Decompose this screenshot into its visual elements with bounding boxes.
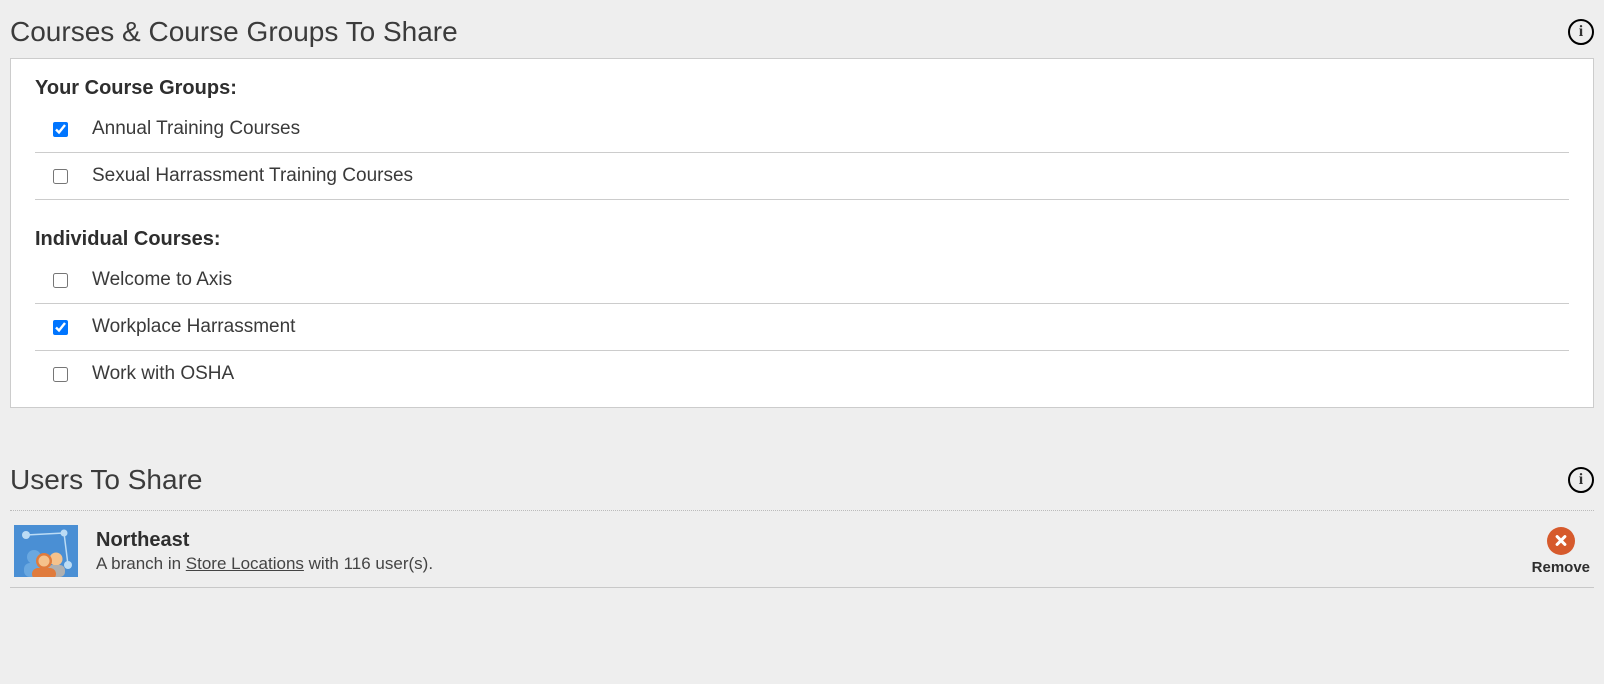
user-description: A branch in Store Locations with 116 use…	[96, 554, 1532, 574]
individual-course-label: Welcome to Axis	[92, 269, 232, 291]
course-group-row[interactable]: Annual Training Courses	[35, 106, 1569, 153]
users-section-header: Users To Share i	[10, 458, 1594, 506]
course-group-row[interactable]: Sexual Harrassment Training Courses	[35, 153, 1569, 200]
user-info: Northeast A branch in Store Locations wi…	[96, 529, 1532, 574]
individual-course-checkbox[interactable]	[53, 320, 68, 335]
close-icon	[1547, 527, 1575, 555]
courses-title: Courses & Course Groups To Share	[10, 16, 458, 48]
individual-course-label: Work with OSHA	[92, 363, 234, 385]
users-group-icon	[14, 525, 78, 577]
user-desc-link[interactable]: Store Locations	[186, 554, 304, 573]
course-group-label: Annual Training Courses	[92, 118, 300, 140]
user-name: Northeast	[96, 529, 1532, 552]
individual-course-row[interactable]: Welcome to Axis	[35, 257, 1569, 304]
course-group-checkbox[interactable]	[53, 122, 68, 137]
remove-button[interactable]: Remove	[1532, 527, 1590, 576]
user-desc-prefix: A branch in	[96, 554, 186, 573]
individual-courses-heading: Individual Courses:	[35, 228, 1569, 251]
individual-course-row[interactable]: Work with OSHA	[35, 351, 1569, 397]
course-groups-heading: Your Course Groups:	[35, 77, 1569, 100]
user-row: Northeast A branch in Store Locations wi…	[10, 511, 1594, 588]
remove-label: Remove	[1532, 559, 1590, 576]
individual-course-row[interactable]: Workplace Harrassment	[35, 304, 1569, 351]
users-title: Users To Share	[10, 464, 202, 496]
courses-panel: Your Course Groups: Annual Training Cour…	[10, 58, 1594, 408]
individual-course-label: Workplace Harrassment	[92, 316, 295, 338]
user-desc-suffix: with 116 user(s).	[304, 554, 433, 573]
individual-course-checkbox[interactable]	[53, 367, 68, 382]
info-icon[interactable]: i	[1568, 19, 1594, 45]
course-group-label: Sexual Harrassment Training Courses	[92, 165, 413, 187]
course-group-checkbox[interactable]	[53, 169, 68, 184]
users-section: Users To Share i Northeast A branch in S…	[10, 458, 1594, 588]
info-icon[interactable]: i	[1568, 467, 1594, 493]
courses-section-header: Courses & Course Groups To Share i	[10, 10, 1594, 58]
individual-course-checkbox[interactable]	[53, 273, 68, 288]
